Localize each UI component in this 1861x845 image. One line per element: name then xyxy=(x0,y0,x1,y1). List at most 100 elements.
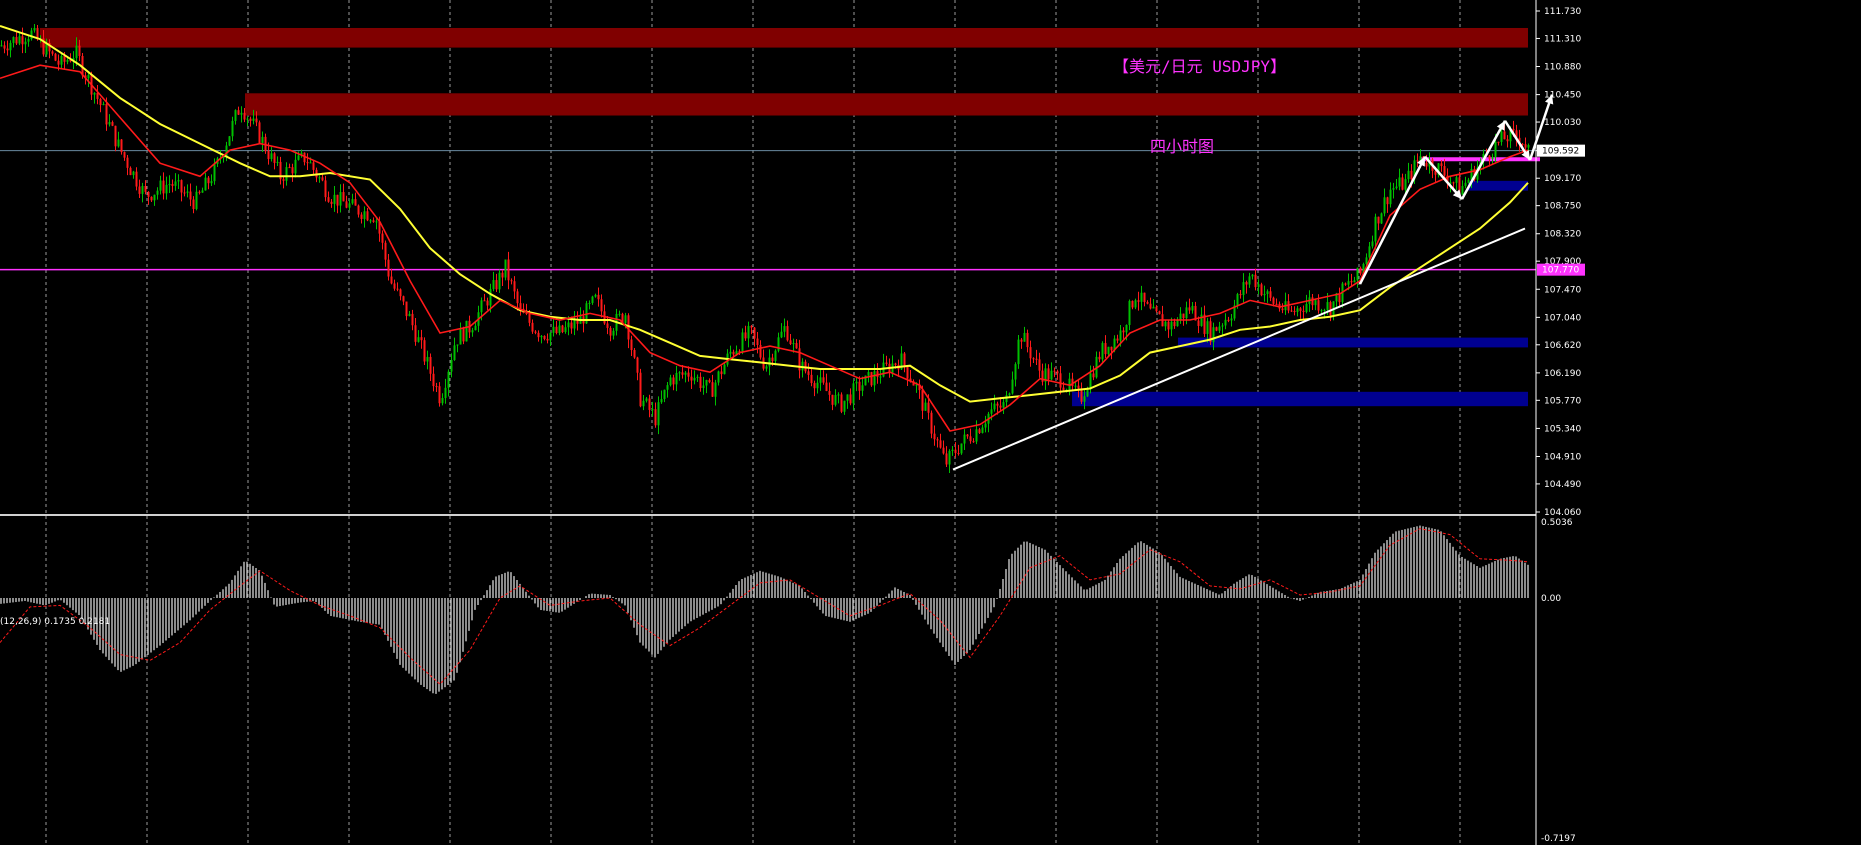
candle-body xyxy=(861,385,864,391)
candle-body xyxy=(1059,373,1062,388)
candle-body xyxy=(474,325,477,331)
candle-body xyxy=(1062,387,1065,391)
candle-body xyxy=(1398,177,1401,187)
candle-body xyxy=(693,377,696,381)
candle-body xyxy=(1359,267,1362,274)
candle-body xyxy=(1188,307,1191,311)
candle-body xyxy=(717,371,720,383)
candle-body xyxy=(435,386,438,388)
candle-body xyxy=(471,330,474,333)
price-tick-label: 110.030 xyxy=(1544,118,1581,128)
candle-body xyxy=(711,382,714,397)
candle-body xyxy=(870,372,873,386)
candle-body xyxy=(921,390,924,411)
candle-body xyxy=(1320,310,1323,312)
candle-body xyxy=(336,194,339,206)
candle-body xyxy=(1143,292,1146,303)
candle-body xyxy=(462,328,465,342)
candle-body xyxy=(867,372,870,376)
candle-body xyxy=(63,56,66,62)
candle-body xyxy=(339,192,342,206)
candle-body xyxy=(849,394,852,404)
candle-body xyxy=(192,199,195,210)
candle-body xyxy=(252,118,255,121)
candle-body xyxy=(879,376,882,378)
candle-body xyxy=(1197,320,1200,326)
candle-body xyxy=(843,400,846,412)
candle-body xyxy=(837,394,840,396)
candle-body xyxy=(720,371,723,375)
candle-body xyxy=(1347,281,1350,285)
candle-body xyxy=(1266,291,1269,294)
candle-body xyxy=(1242,282,1245,295)
candle-body xyxy=(342,192,345,202)
candle-body xyxy=(78,45,81,56)
candle-body xyxy=(1050,370,1053,380)
candle-body xyxy=(1125,324,1128,333)
candle-body xyxy=(540,335,543,338)
candle-body xyxy=(411,313,414,326)
usdjpy-chart[interactable]: 111.730 111.310 110.880 110.450 110.030 109.5… xyxy=(0,0,1861,845)
candle-body xyxy=(207,177,210,184)
candle-body xyxy=(420,337,423,341)
candle-body xyxy=(993,403,996,410)
candle-body xyxy=(366,211,369,221)
candle-body xyxy=(768,357,771,367)
candle-body xyxy=(663,389,666,400)
candle-body xyxy=(120,139,123,153)
candle-body xyxy=(1014,364,1017,380)
candle-body xyxy=(459,328,462,345)
price-tick-label: 110.880 xyxy=(1544,63,1581,73)
candle-body xyxy=(1056,371,1059,374)
candle-body xyxy=(966,434,969,437)
candle-body xyxy=(1353,280,1356,283)
candle-body xyxy=(333,194,336,204)
candle-body xyxy=(1107,346,1110,355)
candle-body xyxy=(1008,393,1011,396)
candle-body xyxy=(1500,131,1503,142)
candle-body xyxy=(771,357,774,361)
candle-body xyxy=(534,331,537,333)
candle-body xyxy=(651,409,654,411)
candle-body xyxy=(561,325,564,333)
candle-body xyxy=(831,394,834,405)
candle-body xyxy=(369,220,372,222)
candle-body xyxy=(822,377,825,383)
candle-body xyxy=(132,171,135,176)
candle-body xyxy=(117,139,120,147)
candle-body xyxy=(963,434,966,444)
candle-body xyxy=(903,353,906,367)
candle-body xyxy=(240,112,243,115)
candle-body xyxy=(1323,309,1326,311)
candle-body xyxy=(846,394,849,401)
candle-body xyxy=(195,191,198,210)
candle-body xyxy=(495,280,498,290)
candle-body xyxy=(228,136,231,146)
candle-body xyxy=(135,171,138,187)
candle-body xyxy=(543,335,546,339)
candle-body xyxy=(1356,267,1359,281)
candle-body xyxy=(231,120,234,137)
candle-body xyxy=(483,300,486,302)
candle-body xyxy=(1101,343,1104,360)
candle-body xyxy=(399,289,402,297)
candle-body xyxy=(1443,166,1446,176)
candle-body xyxy=(258,122,261,144)
price-tick-label: 106.620 xyxy=(1544,341,1581,351)
candle-body xyxy=(1047,368,1050,380)
candle-body xyxy=(144,185,147,192)
price-tick-label: 107.470 xyxy=(1544,285,1581,295)
candle-body xyxy=(54,53,57,61)
candle-body xyxy=(1110,346,1113,351)
candle-body xyxy=(1029,347,1032,359)
candle-body xyxy=(597,294,600,300)
candle-body xyxy=(141,185,144,194)
candle-body xyxy=(456,344,459,346)
candle-body xyxy=(588,302,591,304)
candle-body xyxy=(630,339,633,351)
candle-body xyxy=(774,350,777,361)
candle-body xyxy=(0,45,3,47)
candle-body xyxy=(1254,274,1257,288)
candle-body xyxy=(741,332,744,353)
candle-body xyxy=(729,351,732,354)
